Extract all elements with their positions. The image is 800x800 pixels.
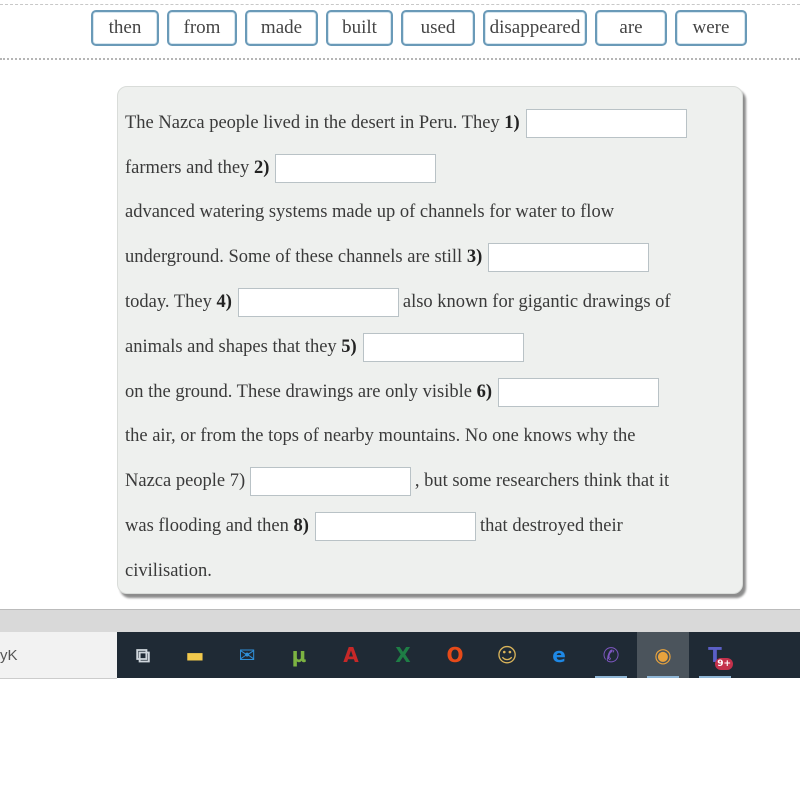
- utorrent-icon: µ: [291, 643, 307, 667]
- word-chip-were[interactable]: were: [675, 10, 747, 46]
- taskbar-button[interactable]: A: [325, 632, 377, 678]
- edge-icon: e: [552, 643, 566, 667]
- answer-blank-2[interactable]: [275, 153, 437, 183]
- text-line: advanced watering systems made up of cha…: [125, 191, 736, 236]
- passage-text: animals and shapes that they: [125, 336, 342, 357]
- search-text: yK: [0, 646, 18, 664]
- text-line: Nazca people 7) , but some researchers t…: [125, 459, 736, 504]
- blank-number: 2): [253, 157, 270, 178]
- taskbar: ⧉ ▬ ✉ µ A X O ☺ e ✆ ◉ T 9+: [117, 632, 800, 678]
- answer-blank-1[interactable]: [525, 108, 687, 138]
- word-chip-built[interactable]: built: [326, 10, 393, 46]
- mail-icon: ✉: [238, 643, 256, 667]
- text-line: today. They 4) also known for gigantic dr…: [125, 280, 736, 325]
- text-line: The Nazca people lived in the desert in …: [125, 101, 736, 146]
- word-chip-used[interactable]: used: [401, 10, 475, 46]
- text-line: was flooding and then 8) that destroyed t…: [125, 504, 736, 549]
- word-chip-disappeared[interactable]: disappeared: [483, 10, 587, 46]
- passage-text: today. They: [125, 292, 217, 313]
- answer-blank-5[interactable]: [362, 332, 524, 362]
- office-icon: O: [446, 643, 464, 667]
- blank-number: 5): [341, 336, 357, 357]
- task-view-icon: ⧉: [135, 643, 151, 667]
- taskbar-button[interactable]: ⧉: [117, 632, 169, 678]
- passage-text: farmers and they: [125, 157, 254, 178]
- answer-blank-6[interactable]: [498, 377, 660, 407]
- running-indicator: [595, 676, 627, 678]
- passage-text: also known for gigantic drawings of: [402, 292, 671, 313]
- running-indicator: [699, 676, 731, 678]
- answer-blank-8[interactable]: [314, 512, 476, 542]
- passage-text: on the ground. These drawings are only v…: [125, 381, 477, 402]
- passage-text: the air, or from the tops of nearby moun…: [125, 426, 636, 447]
- taskbar-button[interactable]: ▬: [169, 632, 221, 678]
- answer-blank-4[interactable]: [237, 288, 399, 318]
- taskbar-button[interactable]: ✉: [221, 632, 273, 678]
- passage-text: underground. Some of these channels are …: [125, 247, 467, 268]
- exercise-panel: The Nazca people lived in the desert in …: [117, 86, 743, 594]
- taskbar-button[interactable]: ◉: [637, 632, 689, 678]
- answer-blank-3[interactable]: [488, 243, 650, 273]
- passage-text: advanced watering systems made up of cha…: [125, 202, 615, 223]
- passage-text: , but some researchers think that it: [414, 471, 670, 492]
- blank-number: 3): [466, 247, 483, 268]
- word-bank: then from made built used disappeared are were: [91, 10, 747, 46]
- answer-blank-7[interactable]: [249, 467, 411, 497]
- blank-number: 4): [216, 292, 232, 313]
- passage-text: civilisation.: [125, 560, 212, 581]
- taskbar-button[interactable]: O: [429, 632, 481, 678]
- blank-number: 1): [504, 112, 520, 133]
- text-line: underground. Some of these channels are …: [125, 235, 736, 280]
- top-border: [0, 0, 800, 5]
- acrobat-icon: A: [343, 643, 359, 667]
- taskbar-button[interactable]: µ: [273, 632, 325, 678]
- browser-status-strip: [0, 609, 800, 633]
- text-line: animals and shapes that they 5): [125, 325, 736, 370]
- word-chip-are[interactable]: are: [595, 10, 667, 46]
- blank-number: 8): [293, 516, 309, 537]
- notification-badge: 9+: [715, 658, 733, 670]
- word-chip-then[interactable]: then: [91, 10, 159, 46]
- passage-text: was flooding and then: [125, 516, 294, 537]
- taskbar-button[interactable]: T 9+: [689, 632, 741, 678]
- running-indicator: [647, 676, 679, 678]
- taskbar-button[interactable]: ☺: [481, 632, 533, 678]
- blank-number: 6): [476, 381, 493, 402]
- taskbar-search-area[interactable]: yK: [0, 632, 117, 679]
- word-chip-made[interactable]: made: [245, 10, 318, 46]
- text-line: the air, or from the tops of nearby moun…: [125, 415, 736, 460]
- passage-text: The Nazca people lived in the desert in …: [125, 112, 505, 133]
- taskbar-button[interactable]: X: [377, 632, 429, 678]
- text-line: civilisation.: [125, 549, 736, 594]
- passage-text: Nazca people 7): [125, 471, 250, 492]
- viber-icon: ✆: [602, 643, 620, 667]
- emoji-app-icon: ☺: [496, 643, 518, 667]
- divider: [0, 58, 800, 60]
- passage-text: that destroyed their: [479, 516, 623, 537]
- taskbar-button[interactable]: ✆: [585, 632, 637, 678]
- taskbar-button[interactable]: e: [533, 632, 585, 678]
- text-line: on the ground. These drawings are only v…: [125, 370, 736, 415]
- file-explorer-icon: ▬: [185, 643, 205, 667]
- word-chip-from[interactable]: from: [167, 10, 237, 46]
- text-line: farmers and they 2): [125, 146, 736, 191]
- excel-icon: X: [395, 643, 411, 667]
- chrome-icon: ◉: [654, 643, 672, 667]
